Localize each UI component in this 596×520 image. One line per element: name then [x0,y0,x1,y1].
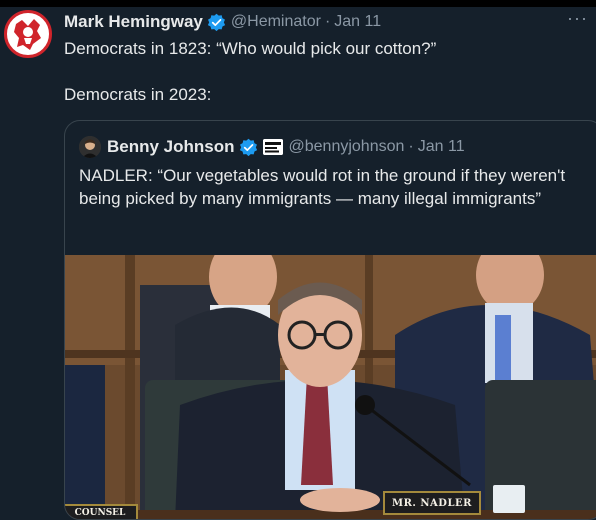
quoted-tweet-header: Benny Johnson @bennyjohnson · Jan 11 [79,135,465,159]
tweet-text-line-1: Democrats in 1823: “Who would pick our c… [64,39,437,58]
author-name[interactable]: Mark Hemingway [64,12,203,32]
verified-badge-icon [239,138,258,157]
quoted-author-avatar[interactable] [79,136,101,158]
tweet-text-line-2: Democrats in 2023: [64,85,212,104]
verified-badge-icon [207,13,226,32]
water-cup [493,485,525,513]
author-avatar[interactable] [4,10,52,58]
top-bar [0,0,596,7]
nameplate: MR. NADLER [383,491,481,515]
quoted-tweet-image[interactable]: MR. NADLER COUNSEL [65,255,596,519]
avatar-logo-icon [9,15,47,53]
separator-dot: · [324,13,331,30]
tweet[interactable]: Mark Hemingway @Heminator · Jan 11 ··· D… [0,7,596,520]
counsel-plate: COUNSEL [65,504,138,519]
tweet-header: Mark Hemingway @Heminator · Jan 11 [64,10,381,34]
quoted-author-name[interactable]: Benny Johnson [107,137,235,157]
hearing-photo [65,255,596,519]
affiliate-badge-icon [262,139,283,155]
quoted-tweet[interactable]: Benny Johnson @bennyjohnson · Jan 11 NAD… [64,120,596,520]
tweet-text: Democrats in 1823: “Who would pick our c… [64,37,584,106]
quoted-tweet-text: NADLER: “Our vegetables would rot in the… [79,166,566,208]
more-options-icon[interactable]: ··· [567,8,588,29]
quoted-tweet-date[interactable]: Jan 11 [418,138,465,156]
tweet-date[interactable]: Jan 11 [334,13,381,31]
quoted-author-handle[interactable]: @bennyjohnson [289,138,405,156]
author-handle[interactable]: @Heminator [231,13,321,31]
separator-dot: · [408,138,414,155]
